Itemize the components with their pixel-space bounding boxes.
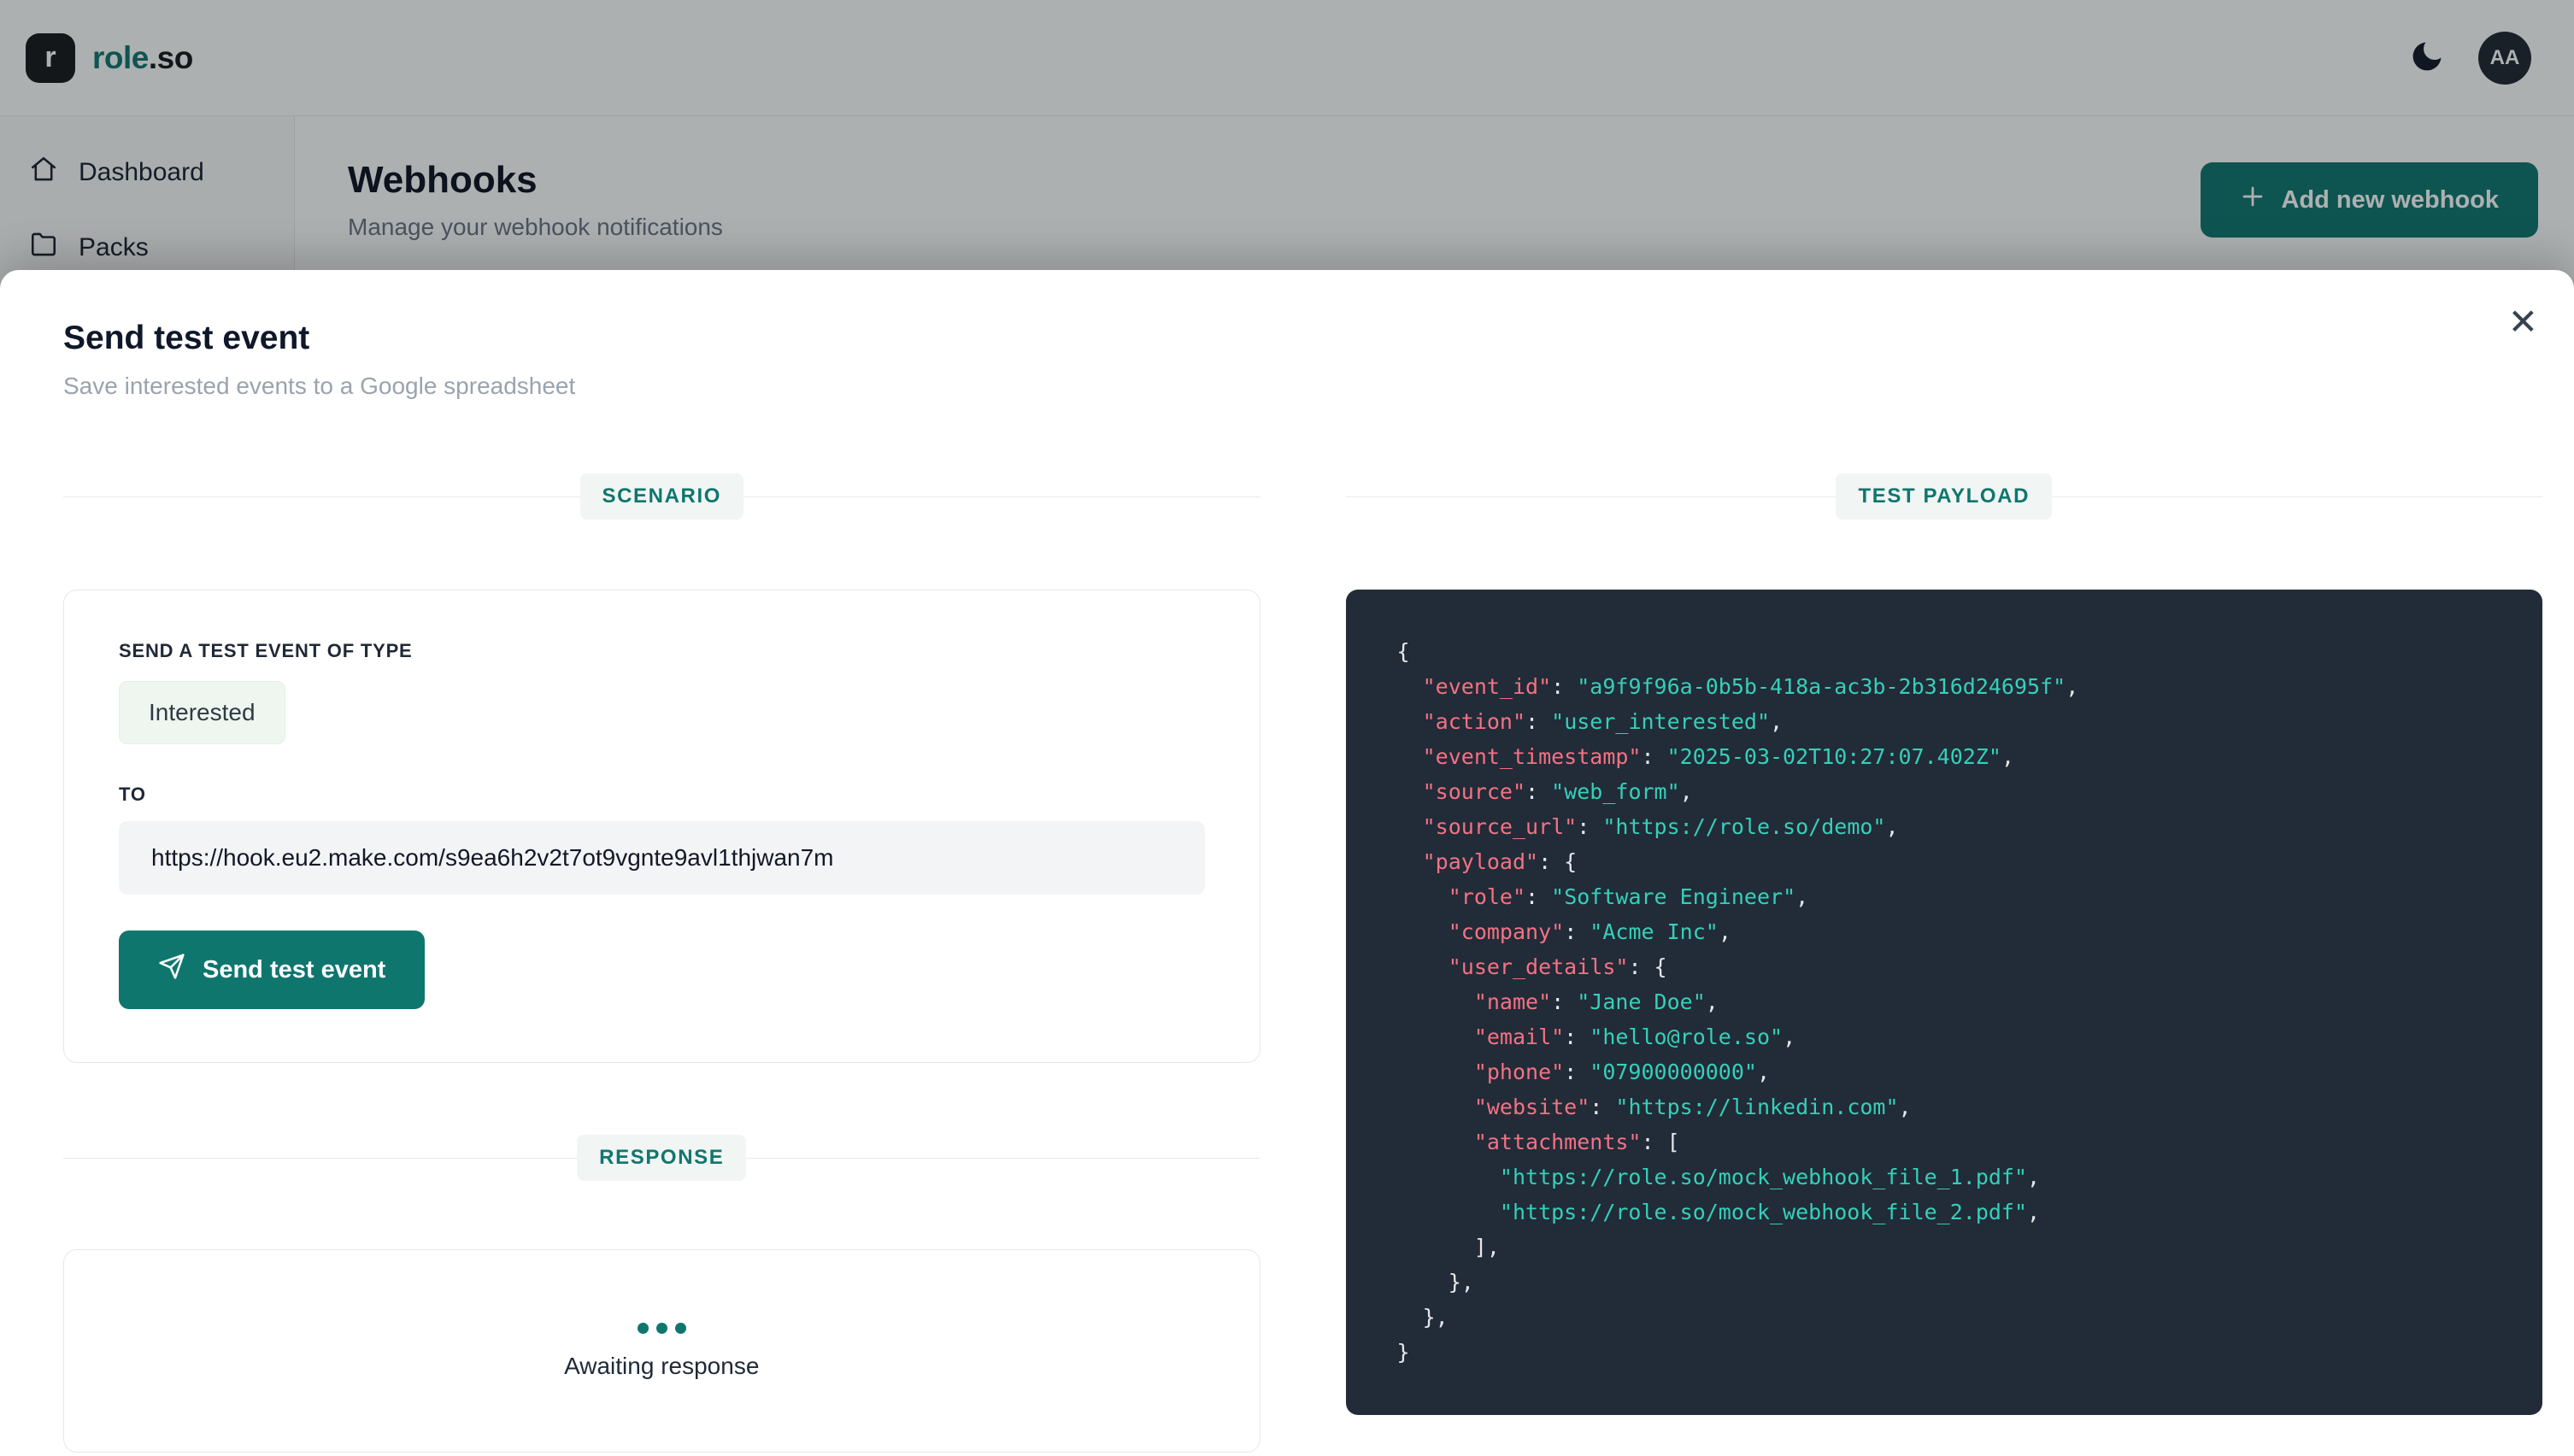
- loading-dots-icon: [638, 1323, 686, 1334]
- payload-section-label: TEST PAYLOAD: [1836, 473, 2052, 520]
- send-test-event-label: Send test event: [203, 956, 385, 984]
- send-test-event-modal: ✕ Send test event Save interested events…: [0, 270, 2574, 1456]
- send-icon: [158, 953, 185, 987]
- scenario-column: SCENARIO SEND A TEST EVENT OF TYPE Inter…: [63, 473, 1261, 1453]
- event-type-label: SEND A TEST EVENT OF TYPE: [119, 640, 1205, 662]
- modal-columns: SCENARIO SEND A TEST EVENT OF TYPE Inter…: [63, 473, 2542, 1453]
- webhook-url-input[interactable]: [119, 821, 1205, 895]
- to-label: TO: [119, 784, 1205, 806]
- scenario-divider: SCENARIO: [63, 473, 1261, 520]
- modal-title: Send test event: [63, 320, 2542, 357]
- response-section-label: RESPONSE: [577, 1135, 746, 1181]
- scenario-card: SEND A TEST EVENT OF TYPE Interested TO …: [63, 590, 1261, 1063]
- payload-divider: TEST PAYLOAD: [1346, 473, 2543, 520]
- event-type-badge[interactable]: Interested: [119, 681, 285, 744]
- scenario-section-label: SCENARIO: [580, 473, 743, 520]
- response-divider: RESPONSE: [63, 1135, 1261, 1181]
- response-card: Awaiting response: [63, 1249, 1261, 1453]
- close-icon[interactable]: ✕: [2508, 304, 2538, 340]
- send-test-event-button[interactable]: Send test event: [119, 931, 425, 1009]
- payload-column: TEST PAYLOAD { "event_id": "a9f9f96a-0b5…: [1346, 473, 2543, 1453]
- response-status-text: Awaiting response: [564, 1353, 759, 1380]
- payload-code-block: { "event_id": "a9f9f96a-0b5b-418a-ac3b-2…: [1346, 590, 2543, 1415]
- payload-code: { "event_id": "a9f9f96a-0b5b-418a-ac3b-2…: [1397, 639, 2079, 1365]
- modal-subtitle: Save interested events to a Google sprea…: [63, 373, 2542, 400]
